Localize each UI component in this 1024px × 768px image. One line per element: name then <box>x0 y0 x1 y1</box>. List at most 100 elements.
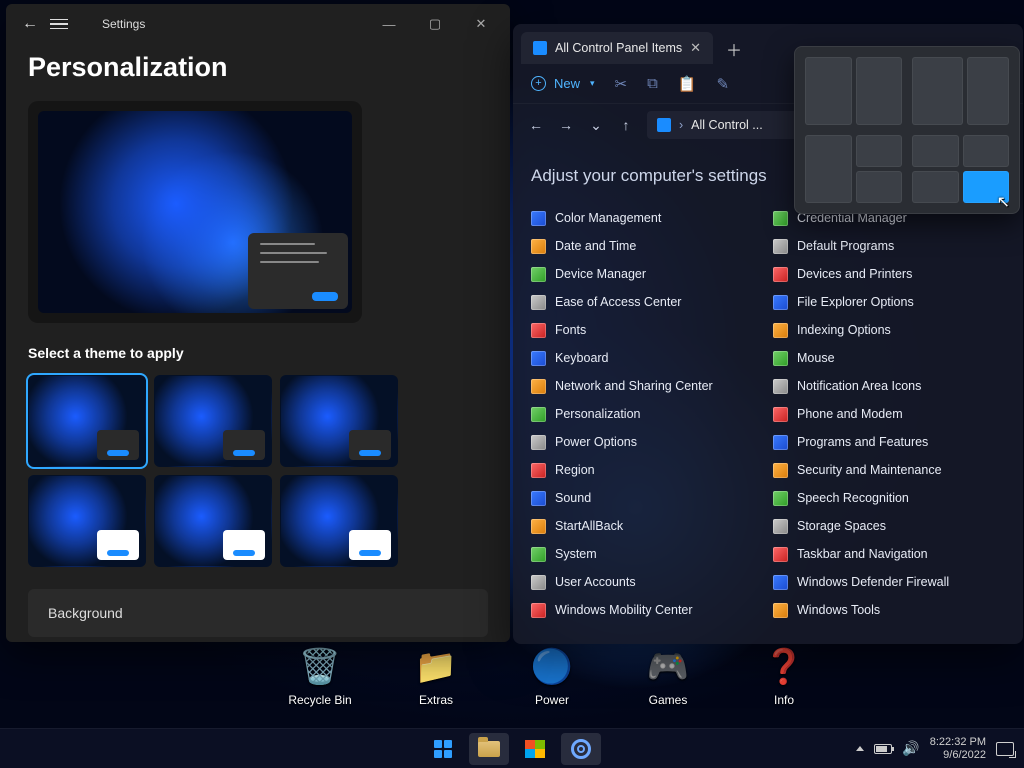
power-icon: 🔵 <box>530 645 574 689</box>
tab-title: All Control Panel Items <box>555 41 682 55</box>
control-panel-item[interactable]: Keyboard <box>531 348 763 368</box>
nav-history-icon[interactable]: ⌄ <box>587 117 605 134</box>
cp-item-icon <box>531 351 546 366</box>
control-panel-item[interactable]: Storage Spaces <box>773 516 1005 536</box>
desktop-icon-games[interactable]: 🎮 Games <box>628 645 708 707</box>
snap-cell-hovered[interactable] <box>963 171 1010 203</box>
control-panel-item[interactable]: Default Programs <box>773 236 1005 256</box>
cp-item-label: Indexing Options <box>797 323 891 337</box>
control-panel-item[interactable]: System <box>531 544 763 564</box>
cp-item-label: Fonts <box>555 323 586 337</box>
plus-icon: + <box>531 76 546 91</box>
snap-cell[interactable] <box>912 171 959 203</box>
rename-icon[interactable]: ✎ <box>717 75 730 93</box>
control-panel-item[interactable]: Sound <box>531 488 763 508</box>
cp-item-label: Windows Mobility Center <box>555 603 693 617</box>
cp-item-icon <box>531 519 546 534</box>
cp-item-label: Notification Area Icons <box>797 379 921 393</box>
snap-layout-2 <box>912 57 1009 125</box>
cp-item-icon <box>531 267 546 282</box>
snap-cell[interactable] <box>912 135 959 167</box>
notifications-icon[interactable] <box>996 742 1014 756</box>
snap-cell[interactable] <box>805 135 852 203</box>
control-panel-item[interactable]: Date and Time <box>531 236 763 256</box>
cp-item-label: Personalization <box>555 407 640 421</box>
minimize-button[interactable]: — <box>366 9 412 39</box>
control-panel-item[interactable]: StartAllBack <box>531 516 763 536</box>
chevron-right-icon: › <box>679 118 683 132</box>
control-panel-item[interactable]: Taskbar and Navigation <box>773 544 1005 564</box>
settings-row-background[interactable]: Background <box>28 589 488 637</box>
theme-tile-6[interactable] <box>280 475 398 567</box>
snap-layout-3 <box>805 135 902 203</box>
control-panel-item[interactable]: Windows Mobility Center <box>531 600 763 620</box>
desktop-icon-extras[interactable]: 📁 Extras <box>396 645 476 707</box>
snap-cell[interactable] <box>967 57 1009 125</box>
taskbar-explorer-button[interactable] <box>469 733 509 765</box>
cp-item-label: User Accounts <box>555 575 636 589</box>
control-panel-item[interactable]: Ease of Access Center <box>531 292 763 312</box>
control-panel-item[interactable]: Programs and Features <box>773 432 1005 452</box>
tab-close-icon[interactable]: ✕ <box>690 40 701 56</box>
desktop-icon-info[interactable]: ❓ Info <box>744 645 824 707</box>
nav-up-icon[interactable]: ↑ <box>617 117 635 133</box>
control-panel-item[interactable]: File Explorer Options <box>773 292 1005 312</box>
maximize-button[interactable]: ▢ <box>412 9 458 39</box>
control-panel-item[interactable]: Indexing Options <box>773 320 1005 340</box>
toolbar-new-button[interactable]: + New ▾ <box>531 76 595 91</box>
control-panel-item[interactable]: Network and Sharing Center <box>531 376 763 396</box>
nav-forward-icon[interactable]: → <box>557 117 575 133</box>
tray-overflow-icon[interactable] <box>856 746 864 751</box>
control-panel-item[interactable]: Speech Recognition <box>773 488 1005 508</box>
control-panel-item[interactable]: Personalization <box>531 404 763 424</box>
taskbar-store-button[interactable] <box>515 733 555 765</box>
new-tab-button[interactable]: ＋ <box>719 34 749 64</box>
cp-item-icon <box>531 603 546 618</box>
control-panel-item[interactable]: Color Management <box>531 208 763 228</box>
settings-titlebar[interactable]: ← Settings — ▢ ✕ <box>6 4 510 44</box>
control-panel-item[interactable]: Phone and Modem <box>773 404 1005 424</box>
control-panel-item[interactable]: Region <box>531 460 763 480</box>
taskbar-clock[interactable]: 8:22:32 PM 9/6/2022 <box>930 736 986 760</box>
control-panel-item[interactable]: Device Manager <box>531 264 763 284</box>
snap-cell[interactable] <box>856 135 903 167</box>
theme-tile-1[interactable] <box>28 375 146 467</box>
control-panel-item[interactable]: User Accounts <box>531 572 763 592</box>
taskbar-settings-button[interactable] <box>561 733 601 765</box>
snap-cell[interactable] <box>805 57 852 125</box>
cut-icon[interactable]: ✂ <box>615 75 628 93</box>
explorer-tab-active[interactable]: All Control Panel Items ✕ <box>521 32 713 64</box>
theme-tile-2[interactable] <box>154 375 272 467</box>
back-icon[interactable]: ← <box>22 15 38 33</box>
close-button[interactable]: ✕ <box>458 9 504 39</box>
snap-cell[interactable] <box>856 171 903 203</box>
battery-icon[interactable] <box>874 744 892 754</box>
snap-cell[interactable] <box>912 57 963 125</box>
hamburger-icon[interactable] <box>50 19 68 30</box>
snap-cell[interactable] <box>963 135 1010 167</box>
clock-time: 8:22:32 PM <box>930 736 986 748</box>
desktop-icon-recycle-bin[interactable]: 🗑️ Recycle Bin <box>280 645 360 707</box>
settings-app-name: Settings <box>102 17 145 31</box>
control-panel-item[interactable]: Windows Tools <box>773 600 1005 620</box>
paste-icon[interactable]: 📋 <box>678 75 697 93</box>
control-panel-item[interactable]: Windows Defender Firewall <box>773 572 1005 592</box>
volume-icon[interactable]: 🔊 <box>902 740 919 757</box>
start-button[interactable] <box>423 733 463 765</box>
control-panel-item[interactable]: Security and Maintenance <box>773 460 1005 480</box>
clock-date: 9/6/2022 <box>930 749 986 761</box>
desktop-icon-power[interactable]: 🔵 Power <box>512 645 592 707</box>
copy-icon[interactable]: ⧉ <box>647 75 658 92</box>
cp-item-icon <box>773 379 788 394</box>
snap-cell[interactable] <box>856 57 903 125</box>
control-panel-item[interactable]: Mouse <box>773 348 1005 368</box>
theme-tile-5[interactable] <box>154 475 272 567</box>
nav-back-icon[interactable]: ← <box>527 117 545 133</box>
theme-tile-3[interactable] <box>280 375 398 467</box>
control-panel-item[interactable]: Power Options <box>531 432 763 452</box>
control-panel-item[interactable]: Fonts <box>531 320 763 340</box>
cp-item-icon <box>773 463 788 478</box>
control-panel-item[interactable]: Devices and Printers <box>773 264 1005 284</box>
theme-tile-4[interactable] <box>28 475 146 567</box>
control-panel-item[interactable]: Notification Area Icons <box>773 376 1005 396</box>
